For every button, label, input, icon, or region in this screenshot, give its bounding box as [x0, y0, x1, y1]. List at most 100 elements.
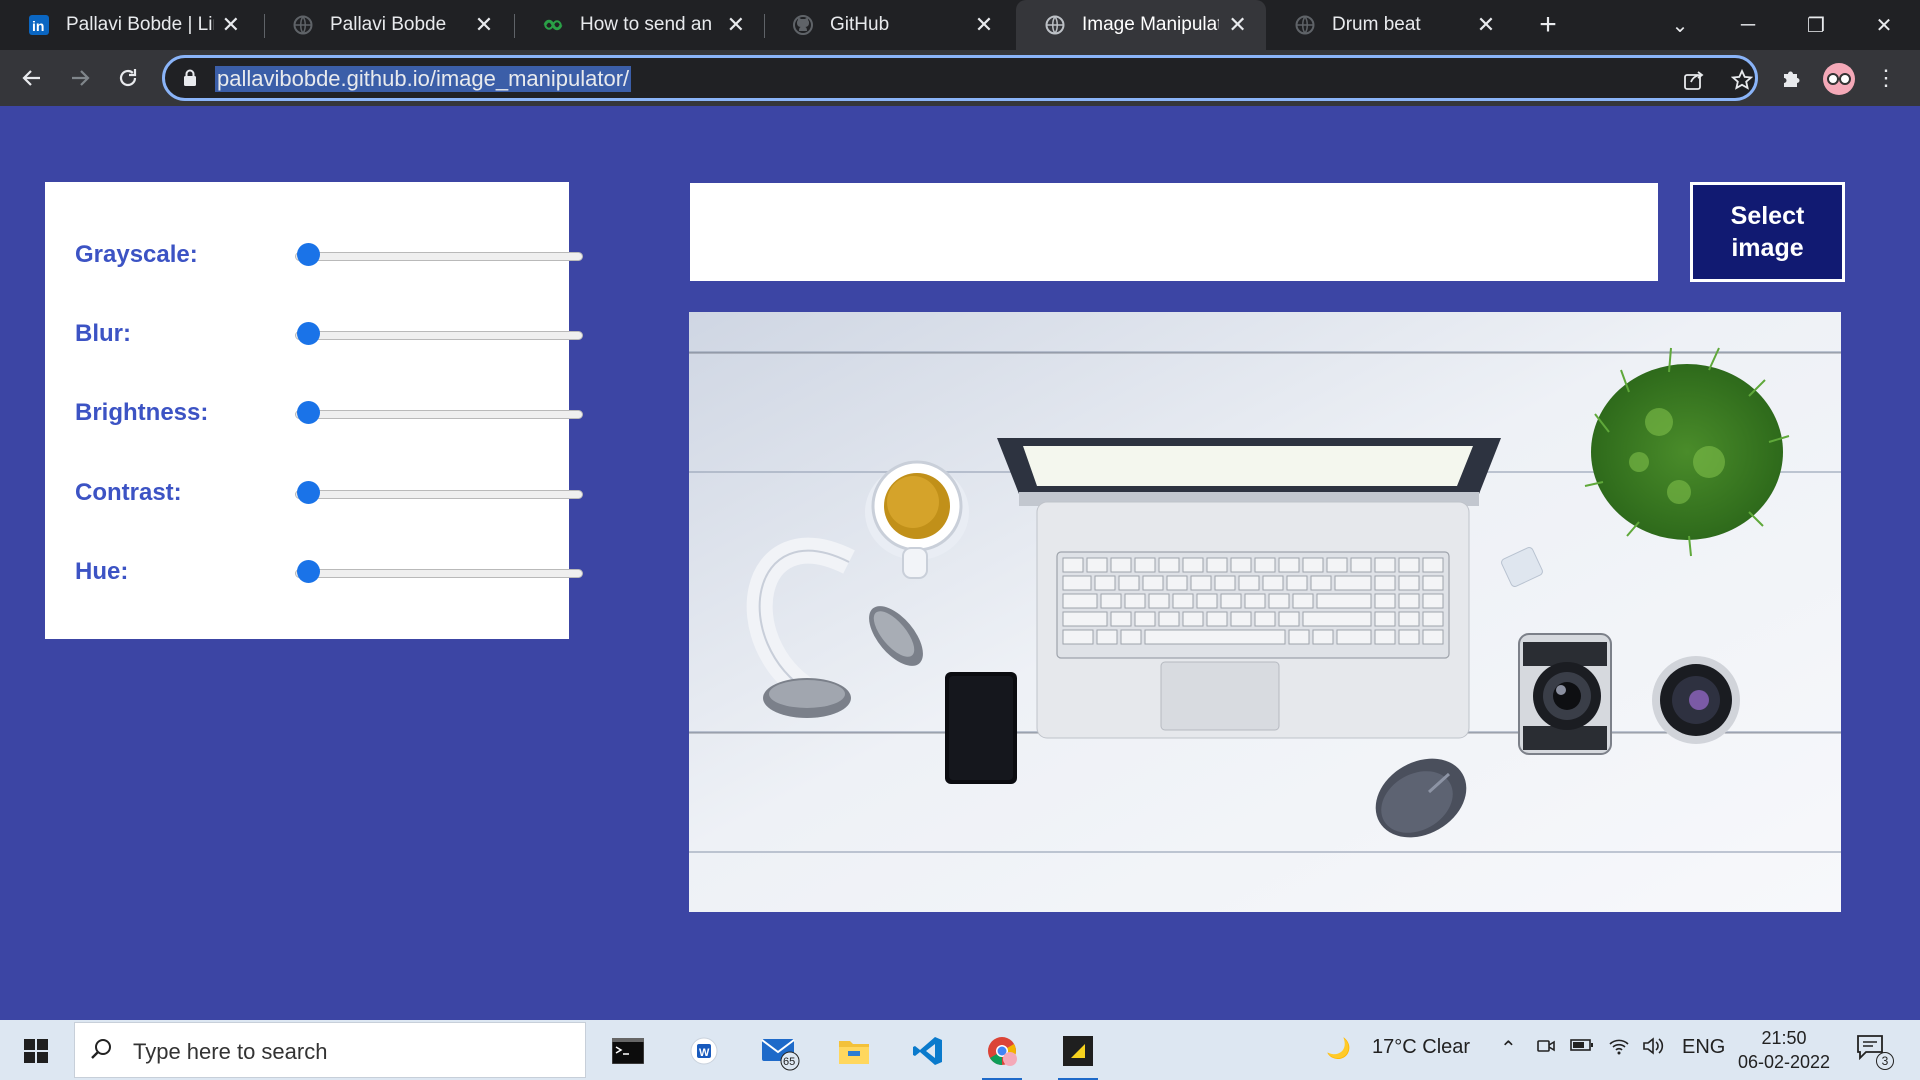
- bookmark-star-icon[interactable]: [1729, 67, 1755, 93]
- slider-thumb[interactable]: [297, 322, 320, 345]
- word-app-icon[interactable]: W: [676, 1026, 732, 1076]
- tab-linkedin[interactable]: in Pallavi Bobde | LinkedIn ✕: [0, 0, 258, 50]
- linkedin-icon: in: [28, 14, 50, 36]
- globe-icon: [292, 14, 314, 36]
- windows-start-icon[interactable]: [14, 1034, 58, 1068]
- close-icon[interactable]: ✕: [1474, 12, 1498, 37]
- svg-text:W: W: [699, 1047, 710, 1059]
- slider-thumb[interactable]: [297, 481, 320, 504]
- volume-icon[interactable]: [1642, 1036, 1664, 1062]
- address-bar[interactable]: pallavibobde.github.io/image_manipulator…: [162, 55, 1758, 101]
- notification-count: 3: [1876, 1052, 1894, 1070]
- blur-label: Blur:: [75, 320, 131, 347]
- weather-text[interactable]: 17°C Clear: [1372, 1036, 1470, 1059]
- tab-drum-beat[interactable]: Drum beat ✕: [1266, 0, 1516, 50]
- tab-send-email[interactable]: How to send an em ✕: [514, 0, 764, 50]
- slider-thumb[interactable]: [297, 560, 320, 583]
- system-clock[interactable]: 21:50 06-02-2022: [1734, 1026, 1834, 1074]
- brightness-control: Brightness:: [45, 393, 583, 433]
- brightness-label: Brightness:: [75, 399, 209, 426]
- contrast-label: Contrast:: [75, 479, 182, 506]
- slider-thumb[interactable]: [297, 243, 320, 266]
- notification-center-icon[interactable]: 3: [1856, 1034, 1894, 1070]
- tab-title: Pallavi Bobde | LinkedIn: [66, 14, 214, 35]
- blur-control: Blur:: [45, 314, 583, 354]
- battery-icon[interactable]: [1570, 1036, 1594, 1059]
- search-placeholder: Type here to search: [133, 1039, 328, 1064]
- slider-thumb[interactable]: [297, 401, 320, 424]
- slider-track[interactable]: [295, 252, 583, 261]
- vscode-app-icon[interactable]: [900, 1026, 956, 1076]
- minimize-icon[interactable]: ─: [1728, 8, 1768, 42]
- image-preview: [689, 312, 1841, 912]
- lock-icon[interactable]: [183, 69, 197, 92]
- select-image-button[interactable]: Select image: [1690, 182, 1845, 282]
- close-icon[interactable]: ✕: [472, 12, 496, 37]
- profile-avatar[interactable]: [1823, 63, 1855, 95]
- svg-text:in: in: [32, 18, 44, 34]
- terminal-app-icon[interactable]: [600, 1026, 656, 1076]
- window-close-icon[interactable]: ✕: [1864, 8, 1904, 42]
- clock-date: 06-02-2022: [1737, 1052, 1831, 1072]
- hue-slider[interactable]: [295, 560, 583, 583]
- windows-taskbar: Type here to search W 65 🌙 17°C Clear ⌃ …: [0, 1020, 1920, 1080]
- meet-now-icon[interactable]: [1536, 1036, 1556, 1062]
- brightness-slider[interactable]: [295, 401, 583, 424]
- grayscale-control: Grayscale:: [45, 235, 583, 275]
- codeanywhere-icon: [542, 14, 564, 36]
- slider-track[interactable]: [295, 410, 583, 419]
- blur-slider[interactable]: [295, 322, 583, 345]
- close-icon[interactable]: ✕: [222, 12, 240, 37]
- tab-title: GitHub: [830, 14, 890, 35]
- tab-pallavi-bobde[interactable]: Pallavi Bobde ✕: [264, 0, 514, 50]
- slider-track[interactable]: [295, 331, 583, 340]
- close-icon[interactable]: ✕: [726, 12, 746, 37]
- share-icon[interactable]: [1681, 67, 1707, 93]
- wifi-icon[interactable]: [1608, 1036, 1630, 1062]
- close-icon[interactable]: ✕: [972, 12, 996, 37]
- touchpad: [1160, 661, 1280, 731]
- slider-track[interactable]: [295, 490, 583, 499]
- github-icon: [792, 14, 814, 36]
- file-input-area[interactable]: [690, 183, 1658, 281]
- browser-toolbar: pallavibobde.github.io/image_manipulator…: [0, 50, 1920, 106]
- tab-strip: in Pallavi Bobde | LinkedIn ✕ Pallavi Bo…: [0, 0, 1920, 50]
- hue-control: Hue:: [45, 552, 583, 592]
- mail-app-icon[interactable]: 65: [752, 1026, 808, 1076]
- close-icon[interactable]: ✕: [1227, 12, 1248, 37]
- forward-icon[interactable]: [64, 62, 96, 94]
- file-explorer-icon[interactable]: [826, 1026, 882, 1076]
- search-icon: [89, 1037, 113, 1066]
- hue-label: Hue:: [75, 558, 129, 585]
- url-text[interactable]: pallavibobde.github.io/image_manipulator…: [215, 66, 632, 92]
- tab-title: Pallavi Bobde: [330, 14, 447, 35]
- tab-image-manipulator[interactable]: Image Manipulator ✕: [1016, 0, 1266, 50]
- grayscale-label: Grayscale:: [75, 241, 198, 268]
- new-tab-button[interactable]: +: [1532, 8, 1564, 41]
- tab-title: Drum beat: [1332, 14, 1421, 35]
- filter-controls-panel: Grayscale: Blur: Brightness: Contrast: H…: [45, 182, 583, 639]
- clock-time: 21:50: [1761, 1028, 1807, 1048]
- reload-icon[interactable]: [112, 62, 144, 94]
- grayscale-slider[interactable]: [295, 243, 583, 266]
- mail-badge: 65: [783, 1056, 795, 1068]
- tab-search-icon[interactable]: ⌄: [1660, 8, 1700, 42]
- sticky-notes-app-icon[interactable]: [1050, 1026, 1106, 1080]
- desk-photo: [689, 312, 1841, 912]
- chrome-app-icon[interactable]: [974, 1026, 1030, 1080]
- taskbar-search-box[interactable]: Type here to search: [74, 1022, 586, 1078]
- tab-title: Image Manipulator: [1082, 14, 1219, 35]
- tab-github[interactable]: GitHub ✕: [764, 0, 1014, 50]
- slider-track[interactable]: [295, 569, 583, 578]
- globe-icon: [1294, 14, 1316, 36]
- back-icon[interactable]: [16, 62, 48, 94]
- extensions-puzzle-icon[interactable]: [1776, 62, 1808, 94]
- contrast-slider[interactable]: [295, 481, 583, 504]
- chevron-up-icon[interactable]: ⌃: [1500, 1036, 1517, 1061]
- contrast-control: Contrast:: [45, 473, 583, 513]
- language-indicator[interactable]: ENG: [1682, 1036, 1725, 1059]
- tab-title: How to send an em: [580, 14, 718, 35]
- restore-icon[interactable]: ❐: [1796, 8, 1836, 42]
- more-menu-icon[interactable]: ⋮: [1874, 62, 1898, 94]
- weather-moon-icon[interactable]: 🌙: [1326, 1036, 1351, 1061]
